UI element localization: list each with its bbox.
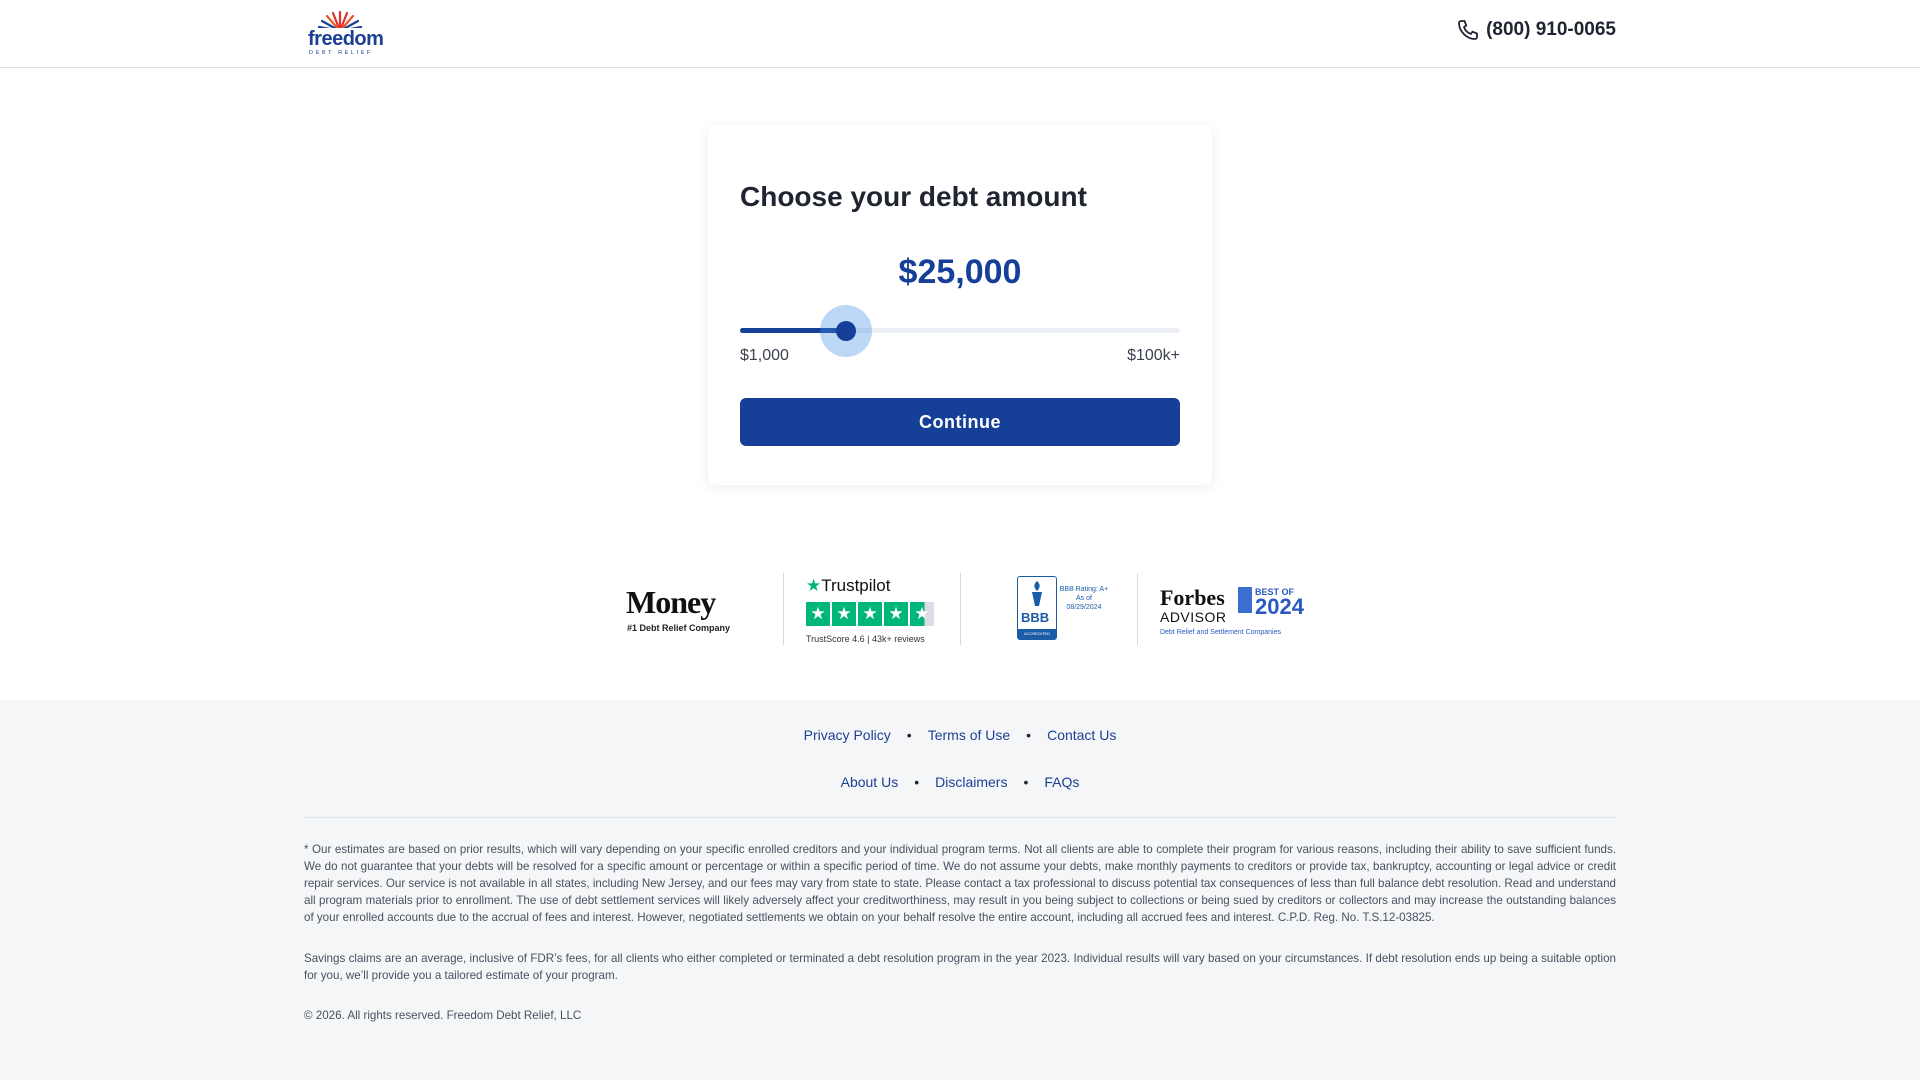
forbes-badge: Forbes ADVISOR BEST OF 2024 Debt Relief … bbox=[1136, 573, 1314, 645]
trustpilot-logo: ★Trustpilot bbox=[806, 576, 891, 596]
debt-amount-card: Choose your debt amount $25,000 $1,000 $… bbox=[708, 125, 1212, 485]
continue-button[interactable]: Continue bbox=[740, 398, 1180, 446]
forbes-logo: Forbes bbox=[1159, 585, 1225, 610]
logo-wordmark: freedom bbox=[308, 28, 384, 50]
bbb-badge: BBB ACCREDITED BUSINESS BBB Rating: A+ A… bbox=[959, 573, 1137, 646]
star-icon: ★ bbox=[805, 602, 830, 626]
site-footer: Privacy Policy • Terms of Use • Contact Us A… bbox=[0, 700, 1920, 1080]
logo-subtitle: DEBT RELIEF bbox=[309, 50, 373, 56]
star-icon: ★ bbox=[857, 602, 882, 626]
contact-us-link[interactable]: Contact Us bbox=[1047, 727, 1116, 743]
slider-thumb[interactable] bbox=[819, 305, 872, 357]
forbes-caption: Debt Relief and Settlement Companies bbox=[1159, 629, 1281, 636]
money-badge: Money #1 Debt Relief Company bbox=[606, 573, 783, 645]
site-header: freedom DEBT RELIEF (800) 910-0065 bbox=[0, 0, 1920, 68]
disclaimers-link[interactable]: Disclaimers bbox=[935, 774, 1007, 790]
card-title: Choose your debt amount bbox=[740, 181, 1087, 212]
star-icon: ★ bbox=[831, 602, 856, 626]
copyright: © 2026. All rights reserved. Freedom Deb… bbox=[304, 1009, 582, 1022]
trustpilot-star-icon: ★ bbox=[805, 576, 822, 595]
phone-number: (800) 910-0065 bbox=[1486, 19, 1616, 40]
slider-thumb-dot[interactable] bbox=[835, 321, 856, 341]
money-logo: Money bbox=[626, 584, 716, 620]
disclaimer-text: * Our estimates are based on prior resul… bbox=[304, 843, 1616, 924]
star-icon: ★ bbox=[883, 602, 908, 626]
forbes-advisor: ADVISOR bbox=[1159, 609, 1227, 625]
trustpilot-caption: TrustScore 4.6 | 43k+ reviews bbox=[805, 634, 925, 644]
bbb-logo: BBB ACCREDITED BUSINESS bbox=[1016, 576, 1057, 646]
faqs-link[interactable]: FAQs bbox=[1044, 774, 1079, 790]
phone-link[interactable]: (800) 910-0065 bbox=[1456, 18, 1616, 42]
slider-min-label: $1,000 bbox=[740, 347, 789, 364]
forbes-year: 2024 bbox=[1254, 594, 1304, 619]
separator-dot: • bbox=[1023, 774, 1029, 790]
selected-amount: $25,000 bbox=[898, 253, 1022, 291]
savings-disclaimer: Savings claims are an average, inclusive… bbox=[304, 952, 1616, 982]
trustpilot-wordmark: Trustpilot bbox=[821, 576, 891, 595]
separator-dot: • bbox=[914, 774, 920, 790]
footer-links-row1: Privacy Policy • Terms of Use • Contact Us bbox=[0, 727, 1920, 743]
star-half-icon: ★ bbox=[909, 602, 934, 626]
freedom-logo[interactable]: freedom DEBT RELIEF bbox=[304, 10, 384, 56]
trustpilot-stars: ★ ★ ★ ★ ★ bbox=[805, 602, 934, 626]
slider-max-label: $100k+ bbox=[1127, 347, 1180, 364]
debt-amount-slider[interactable] bbox=[740, 305, 1180, 357]
trust-badges: Money #1 Debt Relief Company ★Trustpilot… bbox=[606, 573, 1314, 646]
bbb-strip: ACCREDITED BUSINESS bbox=[1017, 629, 1056, 646]
torch-icon bbox=[1031, 581, 1042, 606]
separator-dot: • bbox=[906, 727, 912, 743]
about-us-link[interactable]: About Us bbox=[841, 774, 899, 790]
money-caption: #1 Debt Relief Company bbox=[627, 623, 731, 633]
terms-of-use-link[interactable]: Terms of Use bbox=[928, 727, 1010, 743]
phone-icon bbox=[1458, 20, 1478, 40]
privacy-policy-link[interactable]: Privacy Policy bbox=[804, 727, 891, 743]
separator-dot: • bbox=[1026, 727, 1032, 743]
bbb-text: BBB bbox=[1020, 610, 1050, 625]
footer-divider bbox=[304, 817, 1616, 818]
bbb-rating: BBB Rating: A+ As of 08/29/2024 bbox=[1059, 586, 1109, 611]
trustpilot-badge: ★Trustpilot ★ ★ ★ ★ ★ TrustScore 4.6 | 4… bbox=[782, 573, 960, 645]
footer-links-row2: About Us • Disclaimers • FAQs bbox=[0, 774, 1920, 790]
ribbon-icon bbox=[1237, 587, 1252, 613]
forbes-best-of: BEST OF 2024 bbox=[1237, 587, 1304, 619]
